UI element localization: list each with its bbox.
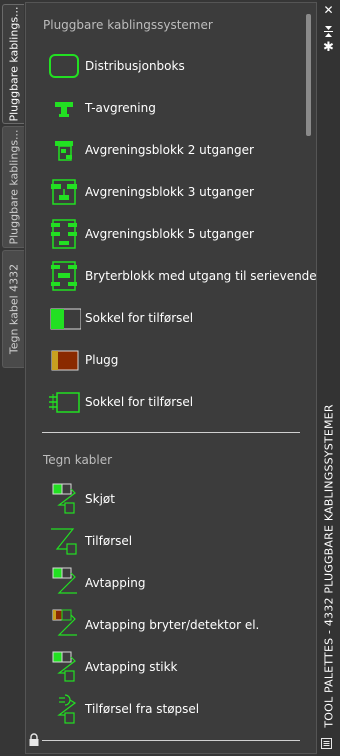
- tab-pluggbare-kablingssystemer-1[interactable]: Pluggbare kablings...: [2, 4, 24, 124]
- supply-from-plug-icon: [57, 694, 77, 724]
- tool-item-avgreningsblokk-5[interactable]: Avgreningsblokk 5 utganger: [43, 216, 298, 252]
- supply-icon: [51, 528, 77, 555]
- branch-block-5-icon: [51, 219, 77, 249]
- tab-tegn-kabel[interactable]: Tegn kabel 4332: [2, 250, 24, 368]
- tool-item-label: Tilførsel: [85, 534, 133, 548]
- tool-item-label: Avgreningsblokk 3 utganger: [85, 185, 254, 199]
- tool-item-label: Avtapping stikk: [85, 660, 178, 674]
- tool-item-label: Tilførsel fra støpsel: [85, 702, 200, 716]
- t-branch-icon: [55, 102, 73, 117]
- palette-list-icon[interactable]: [321, 738, 332, 749]
- branch-block-3-icon: [51, 179, 77, 205]
- tool-item-label: Avgreningsblokk 5 utganger: [85, 227, 254, 241]
- tool-item-avgreningsblokk-3[interactable]: Avgreningsblokk 3 utganger: [43, 174, 298, 210]
- plug-icon: [51, 350, 79, 371]
- auto-hide-icon[interactable]: [322, 24, 335, 37]
- tool-item-label: Avtapping bryter/detektor el.: [85, 618, 260, 632]
- tool-palette-window: Pluggbare kablings... Pluggbare kablings…: [0, 0, 340, 756]
- tool-item-avtapping-bryter[interactable]: Avtapping bryter/detektor el.: [43, 607, 298, 643]
- tap-socket-icon: [52, 651, 76, 682]
- palette-title-bar[interactable]: ✕ ✱ TOOL PALETTES - 4332 PLUGGBARE KABLI…: [317, 0, 340, 756]
- tap-icon: [52, 567, 77, 594]
- tap-switch-icon: [52, 609, 77, 636]
- tool-item-label: Avtapping: [85, 576, 146, 590]
- tool-item-label: Avgreningsblokk 2 utganger: [85, 143, 254, 157]
- tool-item-bryterblokk[interactable]: Bryterblokk med utgang til serievender: [43, 258, 322, 294]
- tool-item-sokkel-for-tilforsel[interactable]: Sokkel for tilførsel: [43, 300, 298, 336]
- tool-item-label: Sokkel for tilførsel: [85, 395, 194, 409]
- tool-item-skjot[interactable]: Skjøt: [43, 481, 298, 517]
- tool-item-label: Plugg: [85, 353, 119, 367]
- tool-item-t-avgrening[interactable]: T-avgrening: [43, 90, 298, 126]
- lock-icon[interactable]: [28, 733, 40, 747]
- section-title-pluggbare: Pluggbare kablingssystemer: [43, 18, 213, 32]
- tool-item-label: Skjøt: [85, 492, 115, 506]
- branch-block-2-icon: [55, 141, 73, 161]
- properties-gear-icon[interactable]: ✱: [322, 41, 335, 54]
- tool-item-label: T-avgrening: [85, 101, 156, 115]
- socket-supply-outline-icon: [49, 392, 80, 413]
- tool-item-sokkel-for-tilforsel-2[interactable]: Sokkel for tilførsel: [43, 384, 298, 420]
- scrollbar-thumb[interactable]: [306, 14, 311, 136]
- tool-item-label: Bryterblokk med utgang til serievender: [85, 269, 322, 283]
- tab-label: Pluggbare kablings...: [7, 6, 20, 122]
- tool-item-label: Distribusjonboks: [85, 59, 185, 73]
- palette-title: TOOL PALETTES - 4332 PLUGGBARE KABLINGSS…: [322, 404, 335, 728]
- socket-supply-icon: [50, 308, 81, 330]
- distribution-box-icon: [49, 54, 79, 78]
- tool-item-label: Sokkel for tilførsel: [85, 311, 194, 325]
- tool-item-tilforsel-fra-stopsel[interactable]: Tilførsel fra støpsel: [43, 691, 298, 727]
- section-divider-bottom: [42, 740, 300, 741]
- tab-label: Pluggbare kablings...: [7, 129, 20, 245]
- tool-item-tilforsel[interactable]: Tilførsel: [43, 523, 298, 559]
- tab-label: Tegn kabel 4332: [7, 263, 20, 355]
- tool-item-avtapping-stikk[interactable]: Avtapping stikk: [43, 649, 298, 685]
- close-icon[interactable]: ✕: [322, 4, 335, 17]
- tool-item-distribusjonboks[interactable]: Distribusjonboks: [43, 48, 298, 84]
- tool-item-avgreningsblokk-2[interactable]: Avgreningsblokk 2 utganger: [43, 132, 298, 168]
- tool-item-avtapping[interactable]: Avtapping: [43, 565, 298, 601]
- tool-item-plugg[interactable]: Plugg: [43, 342, 298, 378]
- section-divider: [42, 432, 300, 433]
- section-title-tegn-kabler: Tegn kabler: [43, 453, 113, 467]
- tab-pluggbare-kablingssystemer-2[interactable]: Pluggbare kablings...: [2, 126, 24, 248]
- joint-icon: [52, 483, 76, 514]
- switch-block-icon: [51, 261, 77, 291]
